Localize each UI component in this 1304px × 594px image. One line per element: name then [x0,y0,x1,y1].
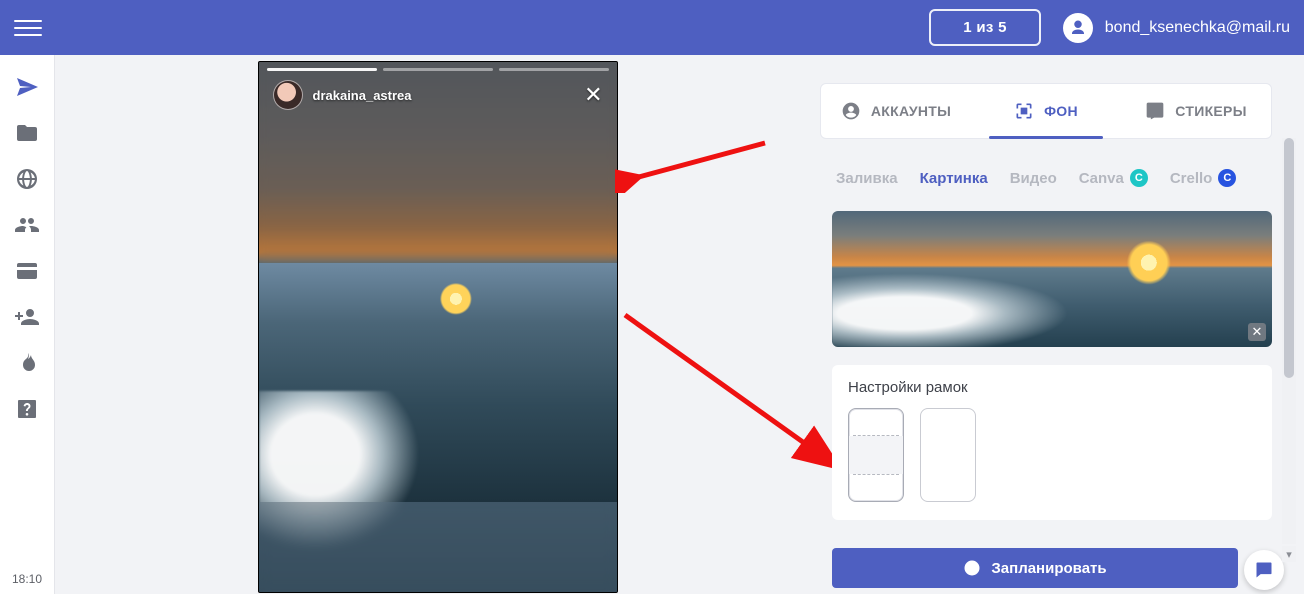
send-icon[interactable] [15,75,39,99]
annotation-arrow [615,305,855,485]
folder-icon[interactable] [15,121,39,145]
panel-tabs: АККАУНТЫ ФОН СТИКЕРЫ [820,83,1272,139]
tab-label: СТИКЕРЫ [1175,103,1246,119]
tab-stickers[interactable]: СТИКЕРЫ [1121,84,1271,138]
background-thumbnail[interactable]: ✕ [832,211,1272,347]
chat-icon [1254,560,1274,580]
sidebar: 18:10 [0,55,55,594]
add-user-icon[interactable] [15,305,39,329]
panel-scrollbar[interactable]: ▾ [1282,138,1296,544]
help-icon[interactable] [15,397,39,421]
clock-time: 18:10 [12,572,42,594]
right-panel: АККАУНТЫ ФОН СТИКЕРЫ Заливка Картинка Ви… [820,55,1296,594]
user-avatar[interactable] [1063,13,1093,43]
subtab-fill[interactable]: Заливка [836,170,898,187]
sticker-icon [1145,101,1165,121]
user-icon [1069,19,1087,37]
subtab-label: Crello [1170,170,1213,187]
globe-icon[interactable] [15,167,39,191]
subtab-image[interactable]: Картинка [920,170,988,187]
story-counter-button[interactable]: 1 из 5 [929,9,1041,46]
schedule-button[interactable]: Запланировать [832,548,1238,588]
tab-label: АККАУНТЫ [871,103,951,119]
frames-title: Настройки рамок [848,379,1256,396]
chat-fab[interactable] [1244,550,1284,590]
preview-area: drakaina_astrea ✕ [55,55,820,594]
story-preview[interactable]: drakaina_astrea ✕ [258,61,618,593]
clock-plus-icon [963,559,981,577]
story-username: drakaina_astrea [313,88,412,103]
subtab-video[interactable]: Видео [1010,170,1057,187]
user-email: bond_ksenechka@mail.ru [1105,19,1290,37]
frame-option-letterbox[interactable] [848,408,904,502]
people-icon[interactable] [15,213,39,237]
story-progress-bars [267,68,609,71]
frame-option-full[interactable] [920,408,976,502]
schedule-label: Запланировать [991,560,1106,577]
canva-badge-icon: C [1130,169,1148,187]
subtab-label: Canva [1079,170,1124,187]
frames-settings-card: Настройки рамок [832,365,1272,520]
subtab-canva[interactable]: Canva C [1079,169,1148,187]
crello-badge-icon: C [1218,169,1236,187]
tab-label: ФОН [1044,103,1078,119]
fire-icon[interactable] [15,351,39,375]
tab-accounts[interactable]: АККАУНТЫ [821,84,971,138]
scrollbar-thumb[interactable] [1284,138,1294,378]
scroll-down-icon[interactable]: ▾ [1282,546,1296,562]
background-subtabs: Заливка Картинка Видео Canva C Crello C [836,169,1272,187]
story-avatar [273,80,303,110]
annotation-arrow [615,133,775,193]
background-icon [1014,101,1034,121]
user-circle-icon [841,101,861,121]
tab-background[interactable]: ФОН [971,84,1121,138]
close-icon[interactable]: ✕ [584,84,602,106]
delete-thumbnail-button[interactable]: ✕ [1248,323,1266,341]
top-bar: 1 из 5 bond_ksenechka@mail.ru [0,0,1304,55]
menu-toggle-button[interactable] [14,14,42,42]
subtab-crello[interactable]: Crello C [1170,169,1237,187]
card-icon[interactable] [15,259,39,283]
